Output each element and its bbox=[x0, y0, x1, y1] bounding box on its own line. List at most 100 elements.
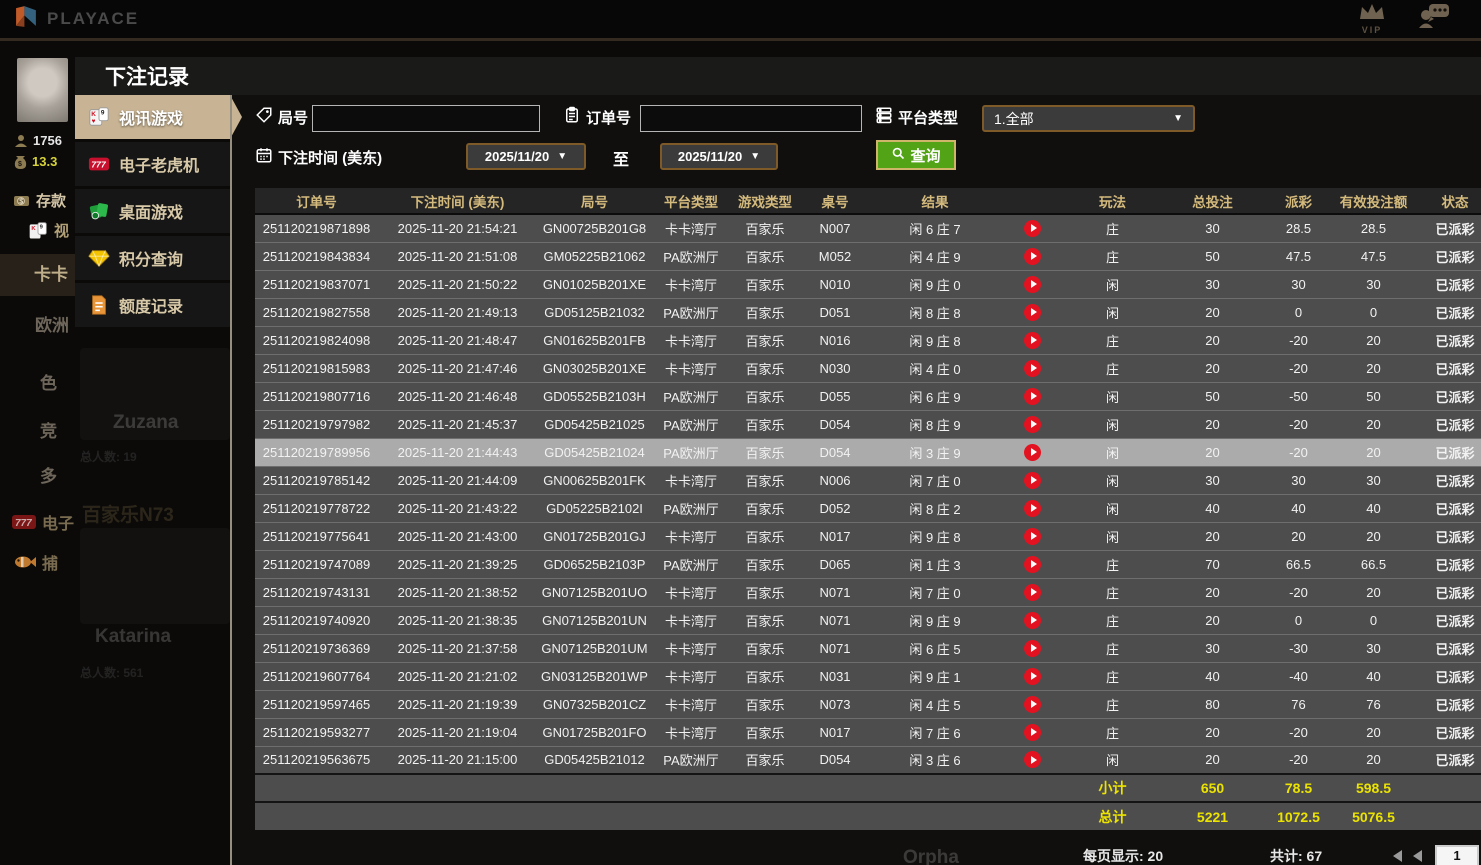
replay-icon[interactable] bbox=[1024, 220, 1041, 237]
cell-replay[interactable] bbox=[1000, 606, 1065, 634]
table-row[interactable]: 2511202198240982025-11-20 21:48:47GN0162… bbox=[255, 326, 1481, 354]
lobby-tab-europe[interactable]: 欧洲 bbox=[35, 311, 69, 336]
table-row[interactable]: 2511202197409202025-11-20 21:38:35GN0712… bbox=[255, 606, 1481, 634]
replay-icon[interactable] bbox=[1024, 640, 1041, 657]
cell-valid: 28.5 bbox=[1332, 214, 1415, 242]
bg-video-games-item[interactable]: K9 视 bbox=[28, 220, 69, 241]
cell-replay[interactable] bbox=[1000, 326, 1065, 354]
cell-replay[interactable] bbox=[1000, 298, 1065, 326]
replay-icon[interactable] bbox=[1024, 528, 1041, 545]
replay-icon[interactable] bbox=[1024, 556, 1041, 573]
table-row[interactable]: 2511202197851422025-11-20 21:44:09GN0062… bbox=[255, 466, 1481, 494]
date-to-select[interactable]: 2025/11/20 ▼ bbox=[660, 143, 778, 170]
cell-replay[interactable] bbox=[1000, 410, 1065, 438]
round-input[interactable] bbox=[312, 105, 540, 132]
cell-replay[interactable] bbox=[1000, 550, 1065, 578]
cell-payout: 0 bbox=[1265, 298, 1332, 326]
table-row[interactable]: 2511202195974652025-11-20 21:19:39GN0732… bbox=[255, 690, 1481, 718]
replay-icon[interactable] bbox=[1024, 472, 1041, 489]
replay-icon[interactable] bbox=[1024, 332, 1041, 349]
modal-content: 局号 订单号 平台类型 1.全部 ▼ 下注时间 (美东) 202 bbox=[230, 95, 1481, 865]
cell-replay[interactable] bbox=[1000, 354, 1065, 382]
table-row[interactable]: 2511202197899562025-11-20 21:44:43GD0542… bbox=[255, 438, 1481, 466]
replay-icon[interactable] bbox=[1024, 584, 1041, 601]
cell-replay[interactable] bbox=[1000, 438, 1065, 466]
table-row[interactable]: 2511202198159832025-11-20 21:47:46GN0302… bbox=[255, 354, 1481, 382]
sidebar-item-video-games[interactable]: K♥9视讯游戏 bbox=[75, 95, 230, 139]
replay-icon[interactable] bbox=[1024, 724, 1041, 741]
cell-replay[interactable] bbox=[1000, 494, 1065, 522]
date-from-select[interactable]: 2025/11/20 ▼ bbox=[466, 143, 586, 170]
replay-icon[interactable] bbox=[1024, 304, 1041, 321]
replay-icon[interactable] bbox=[1024, 360, 1041, 377]
cell-replay[interactable] bbox=[1000, 270, 1065, 298]
table-row[interactable]: 2511202198718982025-11-20 21:54:21GN0072… bbox=[255, 214, 1481, 242]
playace-logo[interactable]: PLAYACE bbox=[14, 4, 139, 34]
table-row[interactable]: 2511202197979822025-11-20 21:45:37GD0542… bbox=[255, 410, 1481, 438]
cell-time: 2025-11-20 21:19:39 bbox=[378, 690, 537, 718]
replay-icon[interactable] bbox=[1024, 276, 1041, 293]
table-row[interactable]: 2511202198370712025-11-20 21:50:22GN0102… bbox=[255, 270, 1481, 298]
replay-icon[interactable] bbox=[1024, 668, 1041, 685]
replay-icon[interactable] bbox=[1024, 696, 1041, 713]
svg-text:♥: ♥ bbox=[92, 118, 96, 125]
cell-replay[interactable] bbox=[1000, 382, 1065, 410]
replay-icon[interactable] bbox=[1024, 612, 1041, 629]
cell-replay[interactable] bbox=[1000, 690, 1065, 718]
search-button[interactable]: 查询 bbox=[876, 140, 956, 170]
table-row[interactable]: 2511202196077642025-11-20 21:21:02GN0312… bbox=[255, 662, 1481, 690]
cell-valid: 20 bbox=[1332, 438, 1415, 466]
table-row[interactable]: 2511202197431312025-11-20 21:38:52GN0712… bbox=[255, 578, 1481, 606]
cell-replay[interactable] bbox=[1000, 746, 1065, 774]
table-row[interactable]: 2511202197363692025-11-20 21:37:58GN0712… bbox=[255, 634, 1481, 662]
replay-icon[interactable] bbox=[1024, 416, 1041, 433]
sidebar-item-slots[interactable]: 777电子老虎机 bbox=[75, 142, 230, 186]
lobby-tab-se[interactable]: 色 bbox=[40, 369, 57, 394]
cell-bet: 80 bbox=[1160, 690, 1265, 718]
vip-button[interactable]: VIP bbox=[1357, 2, 1387, 35]
first-page-icon[interactable] bbox=[1393, 850, 1402, 862]
replay-icon[interactable] bbox=[1024, 500, 1041, 517]
lobby-tab-kaka[interactable]: 卡卡 bbox=[0, 254, 75, 296]
cell-replay[interactable] bbox=[1000, 634, 1065, 662]
cell-time: 2025-11-20 21:46:48 bbox=[378, 382, 537, 410]
platform-select[interactable]: 1.全部 ▼ bbox=[982, 105, 1195, 132]
cell-order: 251120219827558 bbox=[255, 298, 378, 326]
cell-play: 庄 bbox=[1065, 326, 1160, 354]
table-row[interactable]: 2511202198275582025-11-20 21:49:13GD0512… bbox=[255, 298, 1481, 326]
table-row[interactable]: 2511202198438342025-11-20 21:51:08GM0522… bbox=[255, 242, 1481, 270]
sidebar-item-table-games[interactable]: 桌面游戏 bbox=[75, 189, 230, 233]
cell-replay[interactable] bbox=[1000, 662, 1065, 690]
cell-replay[interactable] bbox=[1000, 578, 1065, 606]
bg-nav-fish[interactable]: 捕 bbox=[12, 550, 58, 574]
cell-replay[interactable] bbox=[1000, 718, 1065, 746]
cell-replay[interactable] bbox=[1000, 466, 1065, 494]
replay-icon[interactable] bbox=[1024, 751, 1041, 768]
table-row[interactable]: 2511202197787222025-11-20 21:43:22GD0522… bbox=[255, 494, 1481, 522]
table-row[interactable]: 2511202195636752025-11-20 21:15:00GD0542… bbox=[255, 746, 1481, 774]
prev-page-icon[interactable] bbox=[1413, 850, 1422, 862]
cell-replay[interactable] bbox=[1000, 214, 1065, 242]
chevron-down-icon: ▼ bbox=[557, 151, 567, 162]
lobby-tab-duo[interactable]: 多 bbox=[40, 462, 57, 487]
lobby-tab-jing[interactable]: 竞 bbox=[40, 417, 57, 442]
cell-replay[interactable] bbox=[1000, 522, 1065, 550]
customer-service-icon[interactable] bbox=[1417, 2, 1451, 37]
replay-icon[interactable] bbox=[1024, 444, 1041, 461]
table-row[interactable]: 2511202197470892025-11-20 21:39:25GD0652… bbox=[255, 550, 1481, 578]
sidebar-item-quota-records[interactable]: 额度记录 bbox=[75, 283, 230, 327]
table-row[interactable]: 2511202195932772025-11-20 21:19:04GN0172… bbox=[255, 718, 1481, 746]
bg-nav-slots[interactable]: 777 电子 bbox=[12, 510, 74, 534]
cell-table: N031 bbox=[800, 662, 870, 690]
replay-icon[interactable] bbox=[1024, 388, 1041, 405]
cell-table: N071 bbox=[800, 634, 870, 662]
replay-icon[interactable] bbox=[1024, 248, 1041, 265]
table-row[interactable]: 2511202197756412025-11-20 21:43:00GN0172… bbox=[255, 522, 1481, 550]
cell-replay[interactable] bbox=[1000, 242, 1065, 270]
table-row[interactable]: 2511202198077162025-11-20 21:46:48GD0552… bbox=[255, 382, 1481, 410]
sidebar-item-points-query[interactable]: 积分查询 bbox=[75, 236, 230, 280]
order-input[interactable] bbox=[640, 105, 862, 132]
deposit-button[interactable]: $ 存款 bbox=[13, 190, 66, 211]
page-input[interactable]: 1 bbox=[1435, 845, 1479, 865]
avatar[interactable] bbox=[17, 58, 68, 122]
